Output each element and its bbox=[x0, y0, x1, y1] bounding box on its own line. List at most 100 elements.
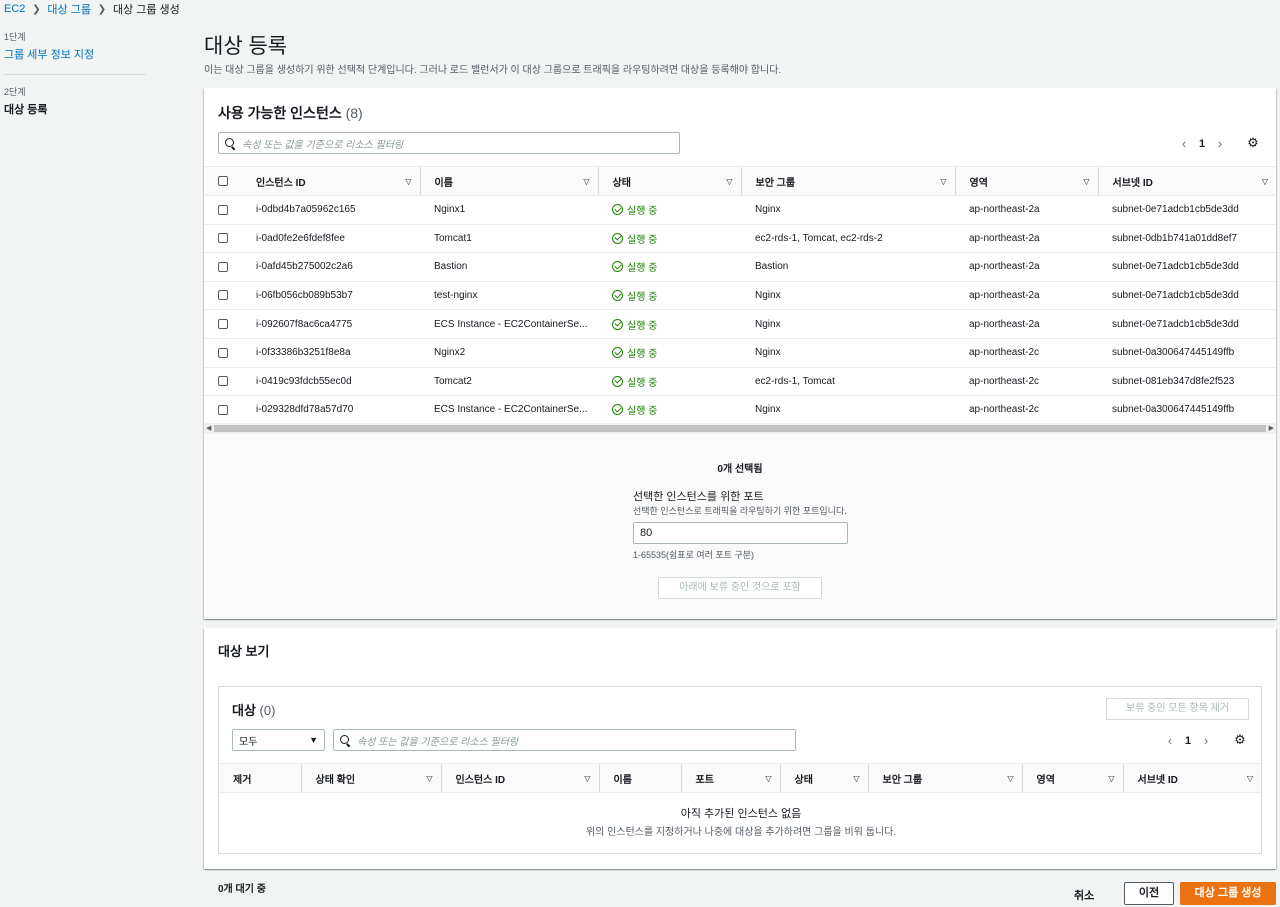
scroll-right-icon[interactable]: ▶ bbox=[1269, 423, 1274, 434]
subnet-cell: subnet-081eb347d8fe2f523 bbox=[1098, 367, 1276, 397]
col-subnet-id[interactable]: 서브넷 ID ▽ bbox=[1097, 166, 1276, 196]
security-group-cell: Nginx bbox=[741, 338, 955, 368]
row-checkbox[interactable] bbox=[218, 376, 228, 387]
table-row[interactable]: i-092607f8ac6ca4775 ECS Instance - EC2Con… bbox=[204, 309, 1276, 339]
chevron-right-icon[interactable]: › bbox=[1213, 136, 1227, 151]
security-group-cell: Nginx bbox=[741, 195, 955, 225]
col-state[interactable]: 상태 ▽ bbox=[597, 166, 741, 196]
instances-header-row: 인스턴스 ID ▽ 이름 ▽ 상태 ▽ 보안 그룹 ▽ 영역 ▽ 서브넷 ID ▽ bbox=[204, 166, 1276, 196]
col-security-group[interactable]: 보안 그룹 ▽ bbox=[740, 166, 955, 196]
tcol-state-label: 상태 bbox=[794, 774, 813, 786]
sort-down-icon: ▽ bbox=[1246, 773, 1253, 783]
empty-targets-title: 아직 추가된 인스턴스 없음 bbox=[680, 808, 802, 820]
tcol-security-group[interactable]: 보안 그룹 ▽ bbox=[867, 763, 1022, 793]
instance-state-label: 실행 중 bbox=[627, 292, 658, 304]
targets-filter-input[interactable]: 속성 또는 값을 기준으로 리소스 필터링 bbox=[333, 729, 796, 751]
targets-title: 대상 (0) bbox=[232, 700, 275, 719]
horizontal-scrollbar[interactable]: ◀ ▶ bbox=[204, 423, 1276, 434]
table-row[interactable]: i-0419c93fdcb55ec0d Tomcat2 실행 중 ec2-rds-1,… bbox=[204, 367, 1276, 397]
tcol-subnet-id[interactable]: 서브넷 ID ▽ bbox=[1122, 763, 1261, 793]
tcol-state[interactable]: 상태 ▽ bbox=[779, 763, 868, 793]
available-instances-count: (8) bbox=[345, 105, 363, 121]
instance-id: i-0dbd4b7a05962c165 bbox=[256, 204, 356, 216]
breadcrumb-target-groups-link[interactable]: 대상 그룹 bbox=[47, 1, 91, 17]
name-cell: ECS Instance - EC2ContainerSe... bbox=[420, 309, 598, 339]
instance-name: ECS Instance - EC2ContainerSe... bbox=[434, 404, 588, 416]
previous-button[interactable]: 이전 bbox=[1124, 882, 1174, 905]
row-select-cell bbox=[204, 252, 242, 282]
instance-zone: ap-northeast-2a bbox=[969, 261, 1040, 273]
col-instance-id[interactable]: 인스턴스 ID ▽ bbox=[242, 166, 420, 196]
instance-state-label: 실행 중 bbox=[627, 320, 658, 332]
table-row[interactable]: i-06fb056cb089b53b7 test-nginx 실행 중 Nginx ap… bbox=[204, 281, 1276, 311]
breadcrumb-current: 대상 그룹 생성 bbox=[112, 4, 180, 16]
select-all-checkbox[interactable] bbox=[218, 176, 228, 186]
subnet-cell: subnet-0a300647445149ffb bbox=[1098, 338, 1276, 368]
chevron-right-icon: ❯ bbox=[97, 3, 107, 15]
row-checkbox[interactable] bbox=[218, 347, 228, 358]
caret-down-icon: ▼ bbox=[309, 735, 318, 745]
col-zone[interactable]: 영역 ▽ bbox=[954, 166, 1098, 196]
gear-icon[interactable]: ⚙ bbox=[1246, 136, 1260, 150]
instance-security-group: ec2-rds-1, Tomcat bbox=[755, 375, 835, 387]
chevron-left-icon[interactable]: ‹ bbox=[1163, 733, 1177, 748]
instance-id: i-092607f8ac6ca4775 bbox=[256, 318, 353, 330]
tcol-zone[interactable]: 영역 ▽ bbox=[1021, 763, 1123, 793]
cancel-button[interactable]: 취소 bbox=[1074, 887, 1094, 903]
table-row[interactable]: i-0dbd4b7a05962c165 Nginx1 실행 중 Nginx ap-nor… bbox=[204, 195, 1276, 225]
available-instances-panel: 사용 가능한 인스턴스 (8) 속성 또는 값을 기준으로 리소스 필터링 ‹ … bbox=[204, 88, 1276, 619]
instance-name: Nginx2 bbox=[434, 347, 466, 359]
tcol-port-label: 포트 bbox=[695, 774, 714, 786]
search-icon bbox=[340, 734, 351, 746]
row-checkbox[interactable] bbox=[218, 233, 228, 244]
breadcrumb: EC2 ❯ 대상 그룹 ❯ 대상 그룹 생성 bbox=[4, 2, 180, 16]
row-checkbox[interactable] bbox=[218, 290, 228, 301]
table-row[interactable]: i-0afd45b275002c2a6 Bastion 실행 중 Bastion ap-… bbox=[204, 252, 1276, 282]
check-circle-icon bbox=[612, 347, 623, 359]
wizard-steps: 1단계 그룹 세부 정보 지정 2단계 대상 등록 bbox=[4, 30, 149, 117]
sort-down-icon: ▽ bbox=[584, 773, 591, 783]
instance-page-number[interactable]: 1 bbox=[1191, 138, 1213, 150]
check-circle-icon bbox=[612, 232, 623, 244]
state-cell: 실행 중 bbox=[598, 309, 741, 339]
col-name-label: 이름 bbox=[434, 177, 453, 189]
port-input[interactable]: 80 bbox=[633, 522, 848, 544]
targets-status-select[interactable]: 모두 ▼ bbox=[232, 729, 325, 751]
step-1-link[interactable]: 그룹 세부 정보 지정 bbox=[4, 46, 149, 62]
instance-filter-input[interactable]: 속성 또는 값을 기준으로 리소스 필터링 bbox=[218, 132, 680, 154]
zone-cell: ap-northeast-2a bbox=[955, 252, 1098, 282]
breadcrumb-ec2-link[interactable]: EC2 bbox=[4, 3, 25, 15]
tcol-health[interactable]: 상태 확인 ▽ bbox=[300, 763, 441, 793]
instance-state: 실행 중 bbox=[598, 345, 741, 360]
chevron-left-icon[interactable]: ‹ bbox=[1177, 136, 1191, 151]
gear-icon[interactable]: ⚙ bbox=[1233, 733, 1247, 747]
tcol-instance-id[interactable]: 인스턴스 ID ▽ bbox=[440, 763, 599, 793]
include-as-pending-button[interactable]: 아래에 보류 중인 것으로 포함 bbox=[658, 577, 822, 599]
instance-name: ECS Instance - EC2ContainerSe... bbox=[434, 318, 588, 330]
create-target-group-button[interactable]: 대상 그룹 생성 bbox=[1180, 882, 1276, 905]
subnet-cell: subnet-0a300647445149ffb bbox=[1098, 395, 1276, 425]
sort-down-icon: ▽ bbox=[726, 176, 733, 186]
row-checkbox[interactable] bbox=[218, 319, 228, 330]
scroll-left-icon[interactable]: ◀ bbox=[206, 423, 211, 434]
row-checkbox[interactable] bbox=[218, 204, 228, 215]
col-name[interactable]: 이름 ▽ bbox=[419, 166, 598, 196]
table-row[interactable]: i-029328dfd78a57d70 ECS Instance - EC2Con… bbox=[204, 395, 1276, 425]
tcol-remove-label: 제거 bbox=[233, 774, 252, 786]
table-row[interactable]: i-0ad0fe2e6fdef8fee Tomcat1 실행 중 ec2-rds-1,… bbox=[204, 224, 1276, 254]
scrollbar-thumb[interactable] bbox=[214, 425, 1266, 432]
row-checkbox[interactable] bbox=[218, 261, 228, 272]
chevron-right-icon[interactable]: › bbox=[1199, 733, 1213, 748]
zone-cell: ap-northeast-2a bbox=[955, 309, 1098, 339]
col-security-group-label: 보안 그룹 bbox=[755, 177, 796, 189]
row-checkbox[interactable] bbox=[218, 404, 228, 415]
check-circle-icon bbox=[612, 375, 623, 387]
remove-all-pending-button[interactable]: 보류 중인 모든 항목 제거 bbox=[1106, 698, 1249, 720]
targets-page-number[interactable]: 1 bbox=[1177, 735, 1199, 747]
tcol-port[interactable]: 포트 ▽ bbox=[680, 763, 780, 793]
table-row[interactable]: i-0f33386b3251f8e8a Nginx2 실행 중 Nginx ap-nor… bbox=[204, 338, 1276, 368]
targets-filter-placeholder: 속성 또는 값을 기준으로 리소스 필터링 bbox=[357, 736, 519, 748]
instance-state-label: 실행 중 bbox=[627, 263, 658, 275]
subnet-cell: subnet-0db1b741a01dd8ef7 bbox=[1098, 224, 1276, 254]
instance-subnet: subnet-0a300647445149ffb bbox=[1112, 347, 1235, 359]
